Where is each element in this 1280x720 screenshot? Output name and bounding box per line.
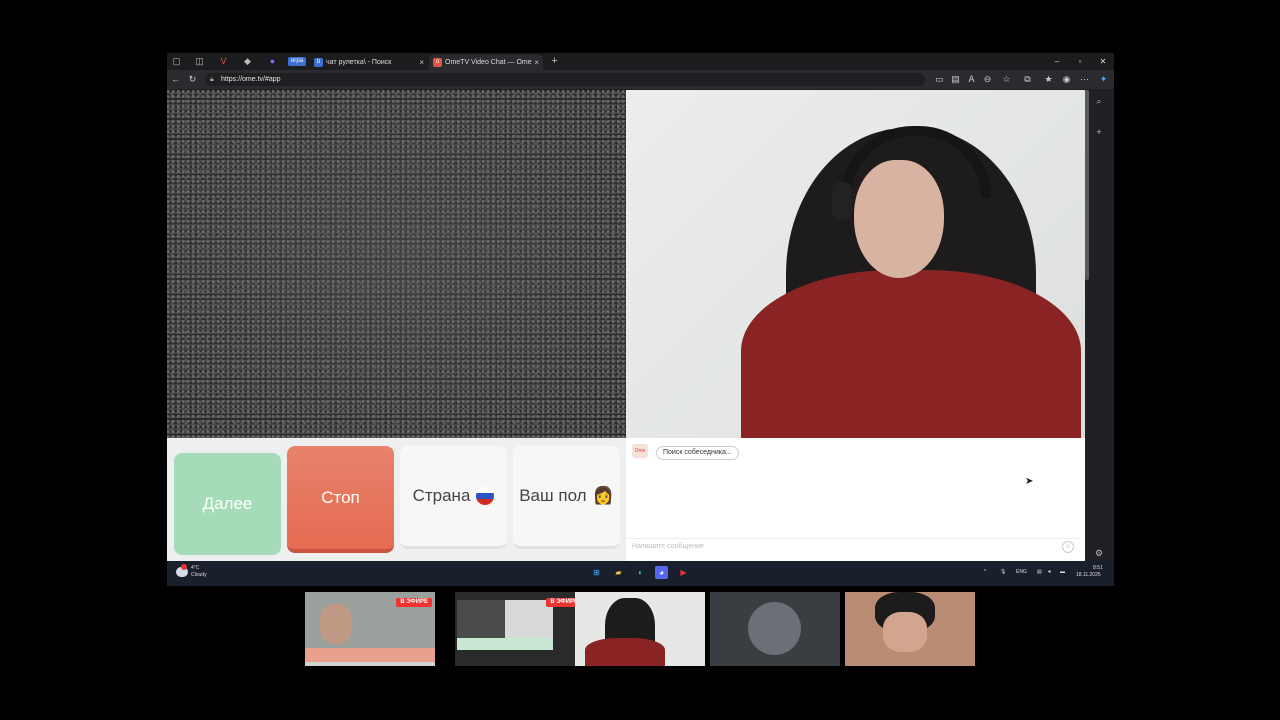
copilot-icon[interactable]: ✦ [1098, 74, 1109, 85]
read-mode-icon[interactable]: ▤ [950, 74, 961, 85]
close-icon[interactable]: × [419, 55, 424, 70]
live-badge: В ЭФИРЕ [396, 598, 432, 607]
more-menu-icon[interactable]: ⋯ [1079, 74, 1090, 85]
scrollbar[interactable] [1085, 90, 1089, 280]
pinned-tab-icon[interactable]: V [218, 56, 229, 67]
notification-badge [181, 564, 187, 570]
game-badge[interactable]: игра [288, 57, 306, 66]
search-tab-icon: b [314, 58, 323, 67]
thumb-person-body [585, 638, 665, 666]
address-bar[interactable]: 🔒︎ https://ome.tv/#app [205, 73, 925, 86]
thumb-controls [305, 648, 435, 662]
tray-overflow-icon[interactable]: ^ [984, 569, 986, 575]
woman-emoji-icon: 👩 [592, 486, 614, 505]
emoji-picker-icon[interactable]: ☺ [1062, 541, 1074, 553]
remote-video [626, 90, 1085, 438]
gender-button[interactable]: Ваш пол 👩 [513, 446, 620, 549]
start-windows-icon[interactable]: ⊞ [590, 566, 603, 579]
weather-temperature: 4°C [191, 565, 200, 571]
search-icon[interactable]: ⌕ [1093, 95, 1105, 107]
stream-thumb-1[interactable]: В ЭФИРЕ [305, 592, 435, 666]
close-icon[interactable]: × [534, 55, 539, 70]
pinned-tab-icon-2[interactable]: ◆ [242, 56, 253, 67]
stop-button[interactable]: Стоп [287, 446, 394, 553]
tab-label: чат рулетка\ - Поиск [326, 59, 392, 66]
network-icon[interactable]: ▤ [1037, 569, 1042, 575]
file-explorer-icon[interactable]: ▰ [612, 566, 625, 579]
favorite-star-icon[interactable]: ☆ [1001, 74, 1012, 85]
minimize-icon[interactable]: – [1051, 55, 1063, 68]
clock-date[interactable]: 18.11.2025 [1076, 572, 1101, 578]
workspaces-icon[interactable]: ◫ [194, 56, 205, 67]
camera-icon[interactable]: ▭ [934, 74, 945, 85]
battery-icon[interactable]: ▬ [1060, 569, 1065, 575]
volume-icon[interactable]: 🔊︎ [1048, 569, 1051, 575]
windows-taskbar: 4°C Cloudy ⊞ ▰ ◐ ◕ ▶ ^ 🎙︎ ENG ▤ 🔊︎ ▬ 8:5… [167, 561, 1114, 586]
pinned-tab-icon-3[interactable]: ● [267, 56, 278, 67]
headphone-earcup [832, 182, 852, 220]
thumb-person-face [883, 612, 927, 652]
url-text: https://ome.tv/#app [221, 76, 281, 83]
close-window-icon[interactable]: ✕ [1097, 55, 1109, 68]
control-panel: Далее Стоп Страна Ваш пол 👩 [167, 438, 626, 561]
local-video-static [167, 90, 626, 438]
tab-search[interactable]: b чат рулетка\ - Поиск × [310, 55, 428, 70]
thumb-static [457, 600, 505, 638]
ometv-tab-icon: o [433, 58, 442, 67]
chat-panel: Ome Поиск собеседника... ➤ Напишите сооб… [626, 438, 1085, 561]
page-content: Далее Стоп Страна Ваш пол 👩 Ome Поиск со… [167, 90, 1085, 561]
next-label: Далее [202, 494, 253, 513]
message-input[interactable]: Напишите сообщение ☺ [626, 538, 1080, 556]
maximize-icon[interactable]: ▫ [1074, 55, 1086, 68]
edge-sidebar: ⌕ + ⚙ [1085, 90, 1114, 561]
refresh-icon[interactable]: ↻ [187, 74, 198, 85]
stream-thumb-4[interactable] [710, 592, 840, 666]
new-tab-icon[interactable]: + [549, 56, 560, 67]
ometv-logo-icon: Ome [632, 444, 648, 458]
back-icon[interactable]: ← [170, 74, 181, 85]
mouse-cursor-icon: ➤ [1025, 476, 1034, 487]
language-indicator[interactable]: ENG [1016, 569, 1027, 575]
stream-thumb-3[interactable] [575, 592, 705, 666]
message-placeholder: Напишите сообщение [632, 543, 704, 550]
clock-time[interactable]: 8:51 [1093, 565, 1103, 571]
lock-icon[interactable]: 🔒︎ [210, 73, 214, 86]
stream-thumb-2[interactable]: В ЭФИРЕ [455, 592, 585, 666]
tab-ometv[interactable]: o OmeTV Video Chat — Ome × [429, 55, 543, 70]
browser-window: ▢ ◫ V ◆ ● игра b чат рулетка\ - Поиск × … [167, 53, 1114, 586]
person-body [741, 270, 1081, 438]
country-label: Страна [412, 486, 471, 505]
russia-flag-icon [476, 487, 495, 505]
next-button[interactable]: Далее [174, 453, 281, 555]
block-icon[interactable]: ⊖ [982, 74, 993, 85]
microphone-icon[interactable]: 🎙︎ [1000, 569, 1006, 575]
navigation-bar: ← ↻ 🔒︎ https://ome.tv/#app ▭ ▤ A ⊖ ☆ ⧉ ★… [167, 70, 1114, 89]
settings-gear-icon[interactable]: ⚙ [1093, 547, 1105, 559]
thumb-person [320, 604, 352, 644]
gender-label: Ваш пол [519, 486, 587, 505]
discord-icon[interactable]: ◕ [655, 566, 668, 579]
favorites-icon[interactable]: ★ [1043, 74, 1054, 85]
stream-thumb-5[interactable] [845, 592, 975, 666]
tab-bar: ▢ ◫ V ◆ ● игра b чат рулетка\ - Поиск × … [167, 53, 1114, 70]
profile-icon[interactable]: ◉ [1061, 74, 1072, 85]
tab-actions-icon[interactable]: ▢ [171, 56, 182, 67]
add-icon[interactable]: + [1093, 126, 1105, 138]
tab-label: OmeTV Video Chat — Ome [445, 59, 532, 66]
edge-browser-icon[interactable]: ◐ [634, 566, 647, 579]
extensions-icon[interactable]: ⧉ [1022, 74, 1033, 85]
weather-condition: Cloudy [191, 572, 207, 578]
avatar [748, 602, 801, 655]
stop-label: Стоп [321, 487, 360, 507]
translate-icon[interactable]: A [966, 74, 977, 85]
media-player-icon[interactable]: ▶ [677, 566, 690, 579]
search-status: Поиск собеседника... [656, 446, 739, 460]
thumb-controls [457, 638, 553, 650]
country-button[interactable]: Страна [400, 446, 507, 549]
